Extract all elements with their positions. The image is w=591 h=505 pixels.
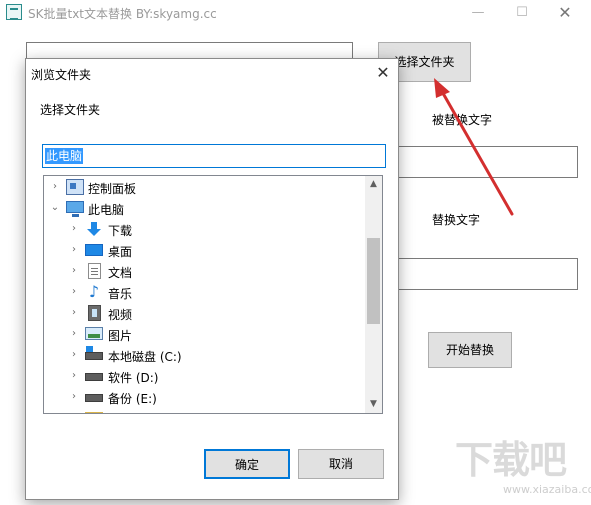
cancel-button[interactable]: 取消 <box>298 449 384 479</box>
chevron-down-icon[interactable]: ⌄ <box>49 200 61 216</box>
tree-item-label: 此电脑 <box>88 203 125 217</box>
system-drive-icon <box>85 346 103 360</box>
browse-folder-dialog: 浏览文件夹 ✕ 选择文件夹 此电脑 › 控制面板 ⌄ 此电脑 › 下载 › 桌面 <box>25 58 399 500</box>
chevron-right-icon[interactable]: › <box>68 347 80 363</box>
download-icon <box>85 221 103 237</box>
tree-item-documents[interactable]: › 文档 <box>44 261 364 282</box>
chevron-right-icon[interactable]: › <box>68 284 80 300</box>
tree-item-label: 软件 (D:) <box>108 371 159 385</box>
tree-item-drive-c[interactable]: › 本地磁盘 (C:) <box>44 345 364 366</box>
chevron-right-icon[interactable]: › <box>68 326 80 342</box>
tree-item-music[interactable]: › ♪ 音乐 <box>44 282 364 303</box>
ok-button[interactable]: 确定 <box>204 449 290 479</box>
tree-item-videos[interactable]: › 视频 <box>44 303 364 324</box>
chevron-right-icon[interactable]: › <box>49 179 61 195</box>
tree-item-label: 本地磁盘 (C:) <box>108 350 182 364</box>
watermark-url: www.xiazaiba.com <box>503 483 591 496</box>
desktop-icon <box>85 244 103 256</box>
chevron-right-icon[interactable]: › <box>68 221 80 237</box>
tree-item-desktop[interactable]: › 桌面 <box>44 240 364 261</box>
watermark-text: 下载吧 <box>455 438 567 482</box>
watermark: 下载吧 www.xiazaiba.com <box>455 438 591 498</box>
chevron-right-icon[interactable]: › <box>68 305 80 321</box>
selected-folder-text: 此电脑 <box>45 148 84 164</box>
document-icon <box>88 263 101 279</box>
folder-name-input[interactable]: 此电脑 <box>42 144 386 168</box>
picture-icon <box>85 327 103 340</box>
chevron-right-icon[interactable]: › <box>68 389 80 405</box>
scroll-up-icon[interactable]: ▲ <box>365 176 382 193</box>
vertical-scrollbar[interactable]: ▲ ▼ <box>365 176 382 413</box>
tree-item-drive-d[interactable]: › 软件 (D:) <box>44 366 364 387</box>
drive-icon <box>85 373 103 381</box>
tree-item-label: 视频 <box>108 308 133 322</box>
tree-item-pictures[interactable]: › 图片 <box>44 324 364 345</box>
tree-item-label: 音乐 <box>108 287 133 301</box>
tree-item-drive-e[interactable]: › 备份 (E:) <box>44 387 364 408</box>
tree-item-label: 下载 <box>108 224 133 238</box>
tree-item-control-panel[interactable]: › 控制面板 <box>44 177 364 198</box>
tree-item-label: 备份 (E:) <box>108 392 157 406</box>
tree-item-downloads[interactable]: › 下载 <box>44 219 364 240</box>
control-panel-icon <box>66 179 84 195</box>
folder-tree[interactable]: › 控制面板 ⌄ 此电脑 › 下载 › 桌面 › 文档 › ♪ 音乐 › 视频 … <box>43 175 383 414</box>
dialog-prompt: 选择文件夹 <box>40 103 101 117</box>
dialog-title: 浏览文件夹 <box>31 68 92 82</box>
tree-item-partial[interactable] <box>44 408 364 413</box>
scroll-thumb[interactable] <box>367 238 380 324</box>
folder-icon <box>85 412 103 413</box>
music-icon: ♪ <box>88 282 100 301</box>
tree-item-label: 图片 <box>108 329 133 343</box>
chevron-right-icon[interactable]: › <box>68 263 80 279</box>
tree-item-label: 控制面板 <box>88 182 137 196</box>
dialog-close-button[interactable]: ✕ <box>370 61 396 85</box>
chevron-right-icon[interactable]: › <box>68 242 80 258</box>
scroll-down-icon[interactable]: ▼ <box>365 396 382 413</box>
tree-item-label: 文档 <box>108 266 133 280</box>
tree-item-label: 桌面 <box>108 245 133 259</box>
drive-icon <box>85 394 103 402</box>
video-icon <box>88 305 101 321</box>
computer-icon <box>66 201 84 217</box>
tree-item-this-pc[interactable]: ⌄ 此电脑 <box>44 198 364 219</box>
chevron-right-icon[interactable]: › <box>68 368 80 384</box>
